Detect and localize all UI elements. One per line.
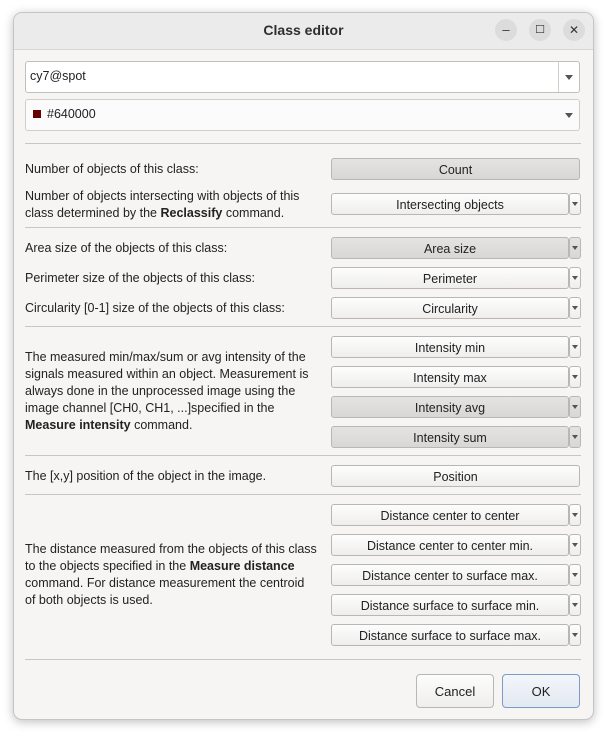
intensity-max-button[interactable]: Intensity max [331,366,569,388]
reclassify-command: Reclassify [160,206,223,220]
intensity-avg-dropdown[interactable] [569,396,581,418]
distance-line-1: The distance measured from the objects o… [25,542,317,556]
divider [25,143,581,144]
distance-line-3: command. For distance measurement the ce… [25,576,305,590]
intensity-sum-dropdown[interactable] [569,426,581,448]
class-name-value: cy7@spot [30,69,86,83]
intensity-line-3: always done in the unprocessed image usi… [25,384,296,398]
intensity-min-button[interactable]: Intensity min [331,336,569,358]
intersecting-line-2-post: command. [222,206,285,220]
intersecting-objects-button[interactable]: Intersecting objects [331,193,569,215]
count-label: Number of objects of this class: [25,162,199,176]
position-button[interactable]: Position [331,465,580,487]
maximize-button[interactable]: ☐ [529,19,551,41]
distance-center-to-center-min-dropdown[interactable] [569,534,581,556]
distance-surface-to-surface-max-button[interactable]: Distance surface to surface max. [331,624,569,646]
area-label: Area size of the objects of this class: [25,241,228,255]
divider [25,494,581,495]
intensity-avg-button[interactable]: Intensity avg [331,396,569,418]
chevron-down-icon[interactable] [558,62,579,92]
maximize-icon: ☐ [535,24,545,36]
intersecting-line-1: Number of objects intersecting with obje… [25,189,300,203]
area-size-dropdown[interactable] [569,237,581,259]
intensity-line-5-post: command. [130,418,193,432]
area-size-button[interactable]: Area size [331,237,569,259]
close-icon: ✕ [568,23,580,37]
divider [25,326,581,327]
distance-surface-to-surface-min-dropdown[interactable] [569,594,581,616]
intensity-min-dropdown[interactable] [569,336,581,358]
ok-button[interactable]: OK [502,674,580,708]
distance-line-4: of both objects is used. [25,593,153,607]
divider [25,455,581,456]
distance-line-2-pre: to the objects specified in the [25,559,190,573]
intensity-label: The measured min/max/sum or avg intensit… [25,349,308,434]
perimeter-button[interactable]: Perimeter [331,267,569,289]
intensity-line-2: signals measured within an object. Measu… [25,367,309,381]
distance-label: The distance measured from the objects o… [25,541,317,609]
distance-center-to-center-button[interactable]: Distance center to center [331,504,569,526]
color-swatch [33,110,41,118]
title-bar[interactable]: Class editor – ☐ ✕ [14,13,593,50]
distance-surface-to-surface-min-button[interactable]: Distance surface to surface min. [331,594,569,616]
circularity-button[interactable]: Circularity [331,297,569,319]
distance-center-to-center-dropdown[interactable] [569,504,581,526]
distance-line-2: to the objects specified in the Measure … [25,558,317,575]
measure-distance-command: Measure distance [189,559,295,573]
intersecting-line-2: class determined by the Reclassify comma… [25,205,299,222]
color-combo[interactable]: #640000 [25,99,580,131]
intensity-max-dropdown[interactable] [569,366,581,388]
distance-center-to-surface-max-button[interactable]: Distance center to surface max. [331,564,569,586]
distance-center-to-surface-max-dropdown[interactable] [569,564,581,586]
color-value: #640000 [47,107,96,121]
count-button[interactable]: Count [331,158,580,180]
class-name-combo[interactable]: cy7@spot [25,61,580,93]
circularity-label: Circularity [0-1] size of the objects of… [25,301,285,315]
intersecting-line-2-pre: class determined by the [25,206,161,220]
minimize-button[interactable]: – [495,19,517,41]
color-display: #640000 [33,107,96,121]
position-label: The [x,y] position of the object in the … [25,469,267,483]
circularity-dropdown[interactable] [569,297,581,319]
divider [25,227,581,228]
perimeter-dropdown[interactable] [569,267,581,289]
intensity-line-1: The measured min/max/sum or avg intensit… [25,350,306,364]
chevron-down-icon[interactable] [559,100,579,130]
measure-intensity-command: Measure intensity [25,418,131,432]
intensity-sum-button[interactable]: Intensity sum [331,426,569,448]
intersecting-objects-dropdown[interactable] [569,193,581,215]
divider [25,659,581,660]
perimeter-label: Perimeter size of the objects of this cl… [25,271,255,285]
minimize-icon: – [502,22,510,37]
distance-center-to-center-min-button[interactable]: Distance center to center min. [331,534,569,556]
intersecting-label: Number of objects intersecting with obje… [25,188,299,222]
intensity-line-5: Measure intensity command. [25,417,308,434]
class-editor-window: Class editor – ☐ ✕ cy7@spot #640000 Numb… [13,12,594,720]
distance-surface-to-surface-max-dropdown[interactable] [569,624,581,646]
intensity-line-4: image channel [CH0, CH1, ...]specified i… [25,401,275,415]
close-button[interactable]: ✕ [563,19,585,41]
cancel-button[interactable]: Cancel [416,674,494,708]
